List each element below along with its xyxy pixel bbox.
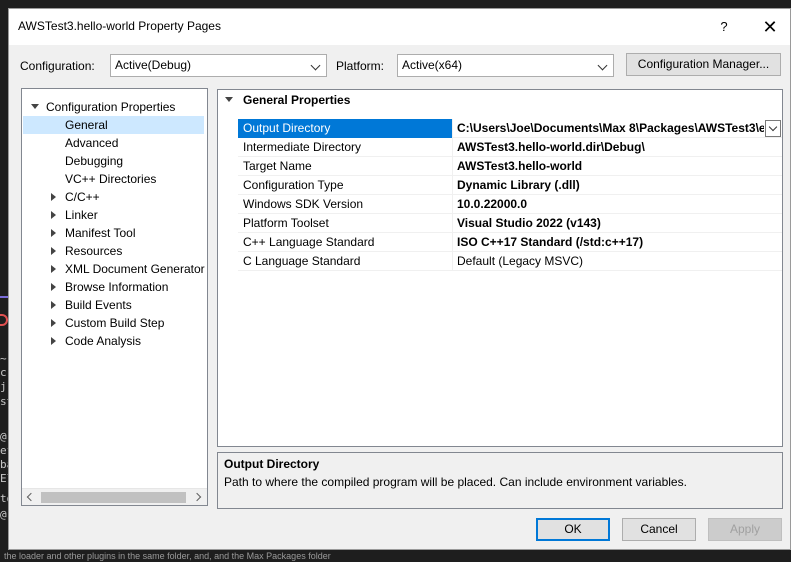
property-value[interactable]: Default (Legacy MSVC) xyxy=(457,252,782,270)
scroll-left-icon[interactable] xyxy=(22,489,39,505)
property-row[interactable]: Configuration Type Dynamic Library (.dll) xyxy=(238,176,782,195)
property-value[interactable]: ISO C++17 Standard (/std:c++17) xyxy=(457,233,782,251)
title-bar: AWSTest3.hello-world Property Pages ? ✕ xyxy=(9,9,790,45)
property-value[interactable]: C:\Users\Joe\Documents\Max 8\Packages\AW… xyxy=(457,119,764,137)
configuration-label: Configuration: xyxy=(20,59,95,73)
section-header[interactable]: General Properties xyxy=(218,90,782,110)
property-row[interactable]: Windows SDK Version 10.0.22000.0 xyxy=(238,195,782,214)
collapsed-arrow-icon[interactable] xyxy=(48,314,58,332)
property-name: Platform Toolset xyxy=(243,216,329,230)
category-tree[interactable]: Configuration Properties General Advanced D… xyxy=(21,88,208,506)
help-button[interactable]: ? xyxy=(709,13,739,41)
property-name: C++ Language Standard xyxy=(243,235,375,249)
property-value[interactable]: AWSTest3.hello-world xyxy=(457,157,782,175)
configuration-value: Active(Debug) xyxy=(115,58,192,72)
property-value[interactable]: Dynamic Library (.dll) xyxy=(457,176,782,194)
tree-horizontal-scrollbar[interactable] xyxy=(22,488,207,505)
column-divider xyxy=(452,176,453,195)
property-name: Windows SDK Version xyxy=(243,197,364,211)
tree-item-label: Build Events xyxy=(65,298,132,312)
chevron-down-icon xyxy=(597,55,609,76)
tree-item-label: Manifest Tool xyxy=(65,226,136,240)
property-name: Intermediate Directory xyxy=(243,140,362,154)
tree-item-label: C/C++ xyxy=(65,190,100,204)
property-value[interactable]: AWSTest3.hello-world.dir\Debug\ xyxy=(457,138,782,156)
collapse-icon[interactable] xyxy=(224,91,234,109)
property-pages-dialog: AWSTest3.hello-world Property Pages ? ✕ … xyxy=(8,8,791,550)
chevron-down-icon xyxy=(310,55,322,76)
property-name: C Language Standard xyxy=(243,254,361,268)
dropdown-arrow-icon[interactable] xyxy=(765,120,781,137)
ok-button[interactable]: OK xyxy=(536,518,610,541)
property-name: Output Directory xyxy=(238,119,452,138)
tree-item-label: Code Analysis xyxy=(65,334,142,348)
column-divider xyxy=(452,214,453,233)
column-divider xyxy=(452,195,453,214)
tree-item-label: Configuration Properties xyxy=(46,100,176,114)
close-button[interactable]: ✕ xyxy=(755,13,785,41)
configuration-select[interactable]: Active(Debug) xyxy=(110,54,327,77)
tree-item-label: Custom Build Step xyxy=(65,316,165,330)
collapsed-arrow-icon[interactable] xyxy=(48,332,58,350)
property-row[interactable]: Intermediate Directory AWSTest3.hello-wor… xyxy=(238,138,782,157)
tree-item[interactable]: General xyxy=(23,116,204,134)
property-value[interactable]: 10.0.22000.0 xyxy=(457,195,782,213)
platform-select[interactable]: Active(x64) xyxy=(397,54,614,77)
property-name: Configuration Type xyxy=(243,178,344,192)
cancel-button[interactable]: Cancel xyxy=(622,518,696,541)
column-divider xyxy=(452,233,453,252)
expanded-arrow-icon[interactable] xyxy=(30,98,40,116)
property-row[interactable]: C Language Standard Default (Legacy MSVC) xyxy=(238,252,782,271)
column-divider xyxy=(452,252,453,271)
tree-item-label: Debugging xyxy=(65,154,124,168)
tree-item-label: Linker xyxy=(65,208,98,222)
scrollbar-thumb[interactable] xyxy=(41,492,186,503)
apply-button[interactable]: Apply xyxy=(708,518,782,541)
description-panel: Output Directory Path to where the compi… xyxy=(217,452,783,509)
description-title: Output Directory xyxy=(224,457,320,471)
platform-label: Platform: xyxy=(336,59,385,73)
platform-value: Active(x64) xyxy=(402,58,463,72)
collapsed-arrow-icon[interactable] xyxy=(48,224,58,242)
property-value[interactable]: Visual Studio 2022 (v143) xyxy=(457,214,782,232)
description-text: Path to where the compiled program will … xyxy=(224,475,687,489)
property-name: Target Name xyxy=(243,159,312,173)
collapsed-arrow-icon[interactable] xyxy=(48,242,58,260)
collapsed-arrow-icon[interactable] xyxy=(48,278,58,296)
property-row[interactable]: Platform Toolset Visual Studio 2022 (v143… xyxy=(238,214,782,233)
dialog-title: AWSTest3.hello-world Property Pages xyxy=(18,19,221,33)
property-row[interactable]: Output Directory C:\Users\Joe\Documents\M… xyxy=(238,119,782,138)
column-divider xyxy=(452,157,453,176)
tree-item-label: General xyxy=(65,118,108,132)
section-title: General Properties xyxy=(243,93,351,107)
tree-item-label: VC++ Directories xyxy=(65,172,157,186)
collapsed-arrow-icon[interactable] xyxy=(48,206,58,224)
background-bottom-text: the loader and other plugins in the same… xyxy=(0,550,791,562)
scroll-right-icon[interactable] xyxy=(190,489,207,505)
configuration-manager-button[interactable]: Configuration Manager... xyxy=(626,53,781,76)
tree-item-label: Resources xyxy=(65,244,123,258)
collapsed-arrow-icon[interactable] xyxy=(48,260,58,278)
tree-item-label: XML Document Generator xyxy=(65,262,205,276)
property-row[interactable]: C++ Language Standard ISO C++17 Standard … xyxy=(238,233,782,252)
property-row[interactable]: Target Name AWSTest3.hello-world xyxy=(238,157,782,176)
column-divider xyxy=(452,119,453,138)
tree-item-label: Browse Information xyxy=(65,280,169,294)
property-grid[interactable]: General Properties Output Directory C:\Us… xyxy=(217,89,783,447)
tree-item-label: Advanced xyxy=(65,136,119,150)
collapsed-arrow-icon[interactable] xyxy=(48,188,58,206)
collapsed-arrow-icon[interactable] xyxy=(48,296,58,314)
column-divider xyxy=(452,138,453,157)
